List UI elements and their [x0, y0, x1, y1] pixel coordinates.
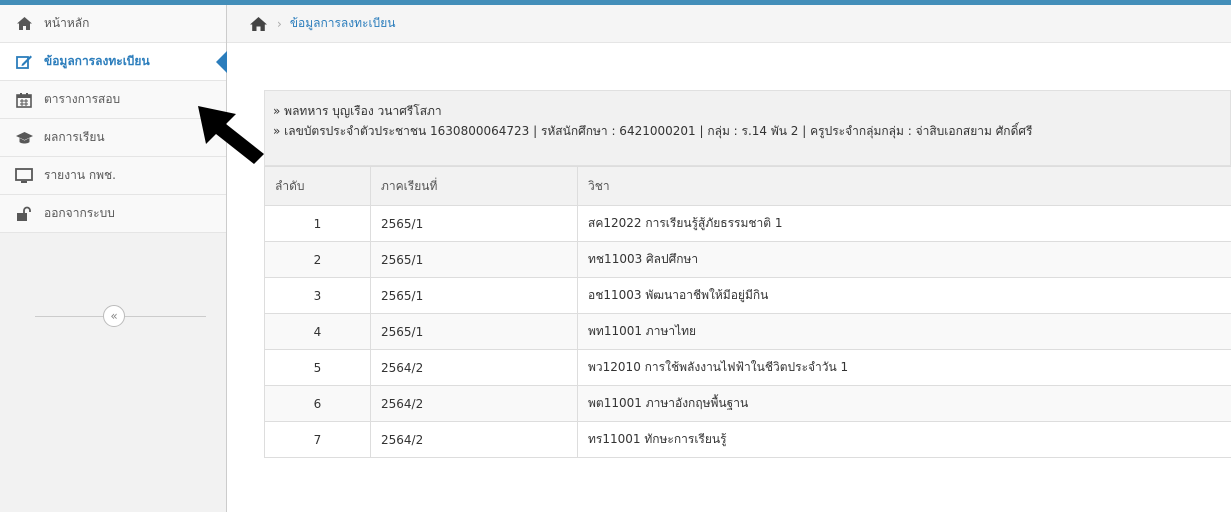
cell-subject: ทช11003 ศิลปศึกษา — [577, 241, 1231, 278]
table-row: 2 2565/1 ทช11003 ศิลปศึกษา — [264, 241, 1231, 278]
calendar-icon — [14, 90, 34, 110]
student-info-panel: » พลทหาร บุญเรือง วนาศรีโสภา » เลขบัตรปร… — [264, 90, 1231, 166]
cell-no: 7 — [264, 421, 371, 458]
breadcrumb: › ข้อมูลการลงทะเบียน — [227, 5, 1231, 43]
table-header-row: ลำดับ ภาคเรียนที่ วิชา — [264, 166, 1231, 206]
sidebar-item-home[interactable]: หน้าหลัก — [0, 5, 226, 43]
sidebar-item-label: ตารางการสอบ — [44, 92, 121, 106]
table-row: 7 2564/2 ทร11001 ทักษะการเรียนรู้ — [264, 421, 1231, 458]
cell-subject: อช11003 พัฒนาอาชีพให้มีอยู่มีกิน — [577, 277, 1231, 314]
sidebar-item-logout[interactable]: ออกจากระบบ — [0, 195, 226, 233]
cell-term: 2565/1 — [370, 277, 578, 314]
sidebar-item-label: ข้อมูลการลงทะเบียน — [44, 54, 150, 68]
edit-icon — [14, 52, 34, 72]
cell-subject: พต11001 ภาษาอังกฤษพื้นฐาน — [577, 385, 1231, 422]
active-indicator — [216, 51, 227, 73]
sidebar-item-exam-schedule[interactable]: ตารางการสอบ — [0, 81, 226, 119]
cell-term: 2564/2 — [370, 349, 578, 386]
breadcrumb-current[interactable]: ข้อมูลการลงทะเบียน — [290, 14, 396, 33]
cell-no: 3 — [264, 277, 371, 314]
breadcrumb-separator: › — [277, 16, 282, 31]
table-row: 5 2564/2 พว12010 การใช้พลังงานไฟฟ้าในชีวิต… — [264, 349, 1231, 386]
table-row: 6 2564/2 พต11001 ภาษาอังกฤษพื้นฐาน — [264, 385, 1231, 422]
cell-subject: พว12010 การใช้พลังงานไฟฟ้าในชีวิตประจำวั… — [577, 349, 1231, 386]
column-header-term: ภาคเรียนที่ — [370, 166, 578, 206]
cell-term: 2565/1 — [370, 205, 578, 242]
column-header-no: ลำดับ — [264, 166, 371, 206]
sidebar: หน้าหลัก ข้อมูลการลงทะเบียน ตารางการสอบ … — [0, 5, 227, 512]
home-icon[interactable] — [249, 15, 269, 33]
desktop-icon — [14, 166, 34, 186]
cell-term: 2565/1 — [370, 313, 578, 350]
student-name: » พลทหาร บุญเรือง วนาศรีโสภา — [273, 104, 442, 118]
cell-no: 5 — [264, 349, 371, 386]
pointer-arrow-icon — [198, 106, 264, 164]
unlock-icon — [14, 204, 34, 224]
sidebar-item-report[interactable]: รายงาน กพช. — [0, 157, 226, 195]
table-row: 3 2565/1 อช11003 พัฒนาอาชีพให้มีอยู่มีกิน — [264, 277, 1231, 314]
sidebar-item-grades[interactable]: ผลการเรียน — [0, 119, 226, 157]
home-icon — [14, 14, 34, 34]
cell-term: 2564/2 — [370, 385, 578, 422]
student-details: » เลขบัตรประจำตัวประชาชน 1630800064723 |… — [273, 124, 1033, 138]
sidebar-item-label: รายงาน กพช. — [44, 168, 116, 182]
sidebar-collapse-row: « — [0, 304, 226, 330]
sidebar-item-label: ออกจากระบบ — [44, 206, 115, 220]
cell-no: 1 — [264, 205, 371, 242]
column-header-subject: วิชา — [577, 166, 1231, 206]
table-row: 4 2565/1 พท11001 ภาษาไทย — [264, 313, 1231, 350]
cell-no: 6 — [264, 385, 371, 422]
cell-term: 2565/1 — [370, 241, 578, 278]
registration-table: ลำดับ ภาคเรียนที่ วิชา 1 2565/1 สค12022 กา… — [264, 166, 1231, 458]
cell-subject: พท11001 ภาษาไทย — [577, 313, 1231, 350]
cell-no: 4 — [264, 313, 371, 350]
sidebar-item-label: หน้าหลัก — [44, 16, 90, 30]
graduation-cap-icon — [14, 128, 34, 148]
table-row: 1 2565/1 สค12022 การเรียนรู้สู้ภัยธรรมชาติ… — [264, 205, 1231, 242]
sidebar-item-label: ผลการเรียน — [44, 130, 105, 144]
cell-term: 2564/2 — [370, 421, 578, 458]
cell-no: 2 — [264, 241, 371, 278]
cell-subject: สค12022 การเรียนรู้สู้ภัยธรรมชาติ 1 — [577, 205, 1231, 242]
cell-subject: ทร11001 ทักษะการเรียนรู้ — [577, 421, 1231, 458]
sidebar-collapse-button[interactable]: « — [103, 305, 125, 327]
sidebar-item-registration[interactable]: ข้อมูลการลงทะเบียน — [0, 43, 227, 81]
